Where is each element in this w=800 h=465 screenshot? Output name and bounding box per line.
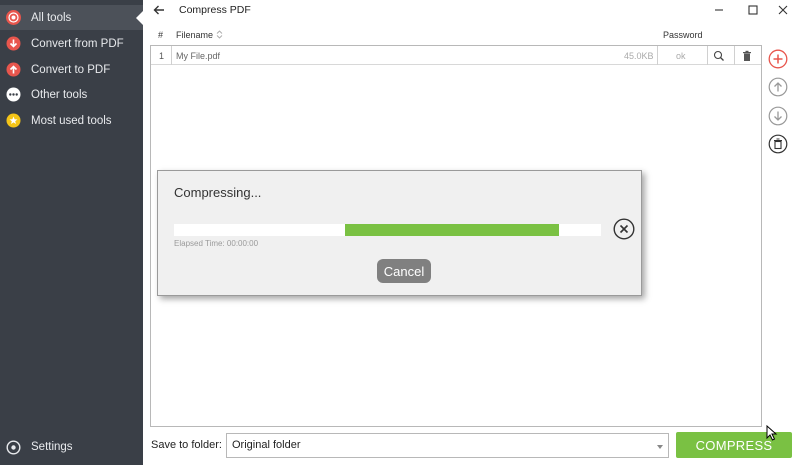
sidebar-item-other-tools[interactable]: Other tools xyxy=(0,82,143,107)
close-dialog-icon[interactable] xyxy=(613,218,635,240)
close-window-icon[interactable] xyxy=(776,3,790,17)
minimize-icon[interactable] xyxy=(712,3,726,17)
sidebar-item-all-tools[interactable]: All tools xyxy=(0,5,143,30)
sidebar-item-convert-from-pdf[interactable]: Convert from PDF xyxy=(0,31,143,56)
sidebar-item-convert-to-pdf[interactable]: Convert to PDF xyxy=(0,57,143,82)
progress-bar-fill xyxy=(345,224,559,236)
row-trash-icon[interactable] xyxy=(741,46,753,65)
settings-label: Settings xyxy=(31,441,73,453)
folder-select-value: Original folder xyxy=(232,439,301,451)
sidebar-item-label: Other tools xyxy=(31,88,88,101)
active-indicator xyxy=(136,11,143,25)
preview-search-icon[interactable] xyxy=(713,46,725,65)
sidebar-item-label: Convert to PDF xyxy=(31,63,111,76)
mouse-cursor-icon xyxy=(766,424,778,441)
arrow-up-icon xyxy=(6,62,21,77)
delete-all-icon[interactable] xyxy=(768,134,788,154)
dialog-title: Compressing... xyxy=(174,185,262,200)
column-divider xyxy=(171,46,172,65)
row-number: 1 xyxy=(159,50,165,61)
add-file-icon[interactable] xyxy=(768,49,788,69)
move-down-icon[interactable] xyxy=(768,106,788,126)
chevron-down-icon xyxy=(657,445,663,449)
settings-button[interactable]: Settings xyxy=(0,436,143,458)
column-divider xyxy=(657,46,658,65)
gear-icon xyxy=(6,439,21,455)
column-divider xyxy=(734,46,735,65)
progress-bar xyxy=(174,224,601,236)
cancel-button[interactable]: Cancel xyxy=(377,259,431,283)
sidebar-item-label: Most used tools xyxy=(31,114,112,127)
back-arrow-icon[interactable] xyxy=(152,3,166,17)
more-icon xyxy=(6,87,21,102)
column-header-number: # xyxy=(158,30,164,40)
elapsed-time: Elapsed Time: 00:00:00 xyxy=(174,239,259,248)
maximize-icon[interactable] xyxy=(746,3,760,17)
row-password-status[interactable]: ok xyxy=(676,46,686,65)
output-folder-select[interactable]: Original folder xyxy=(226,433,669,458)
column-divider xyxy=(707,46,708,65)
column-header-password: Password xyxy=(663,30,703,40)
page-title: Compress PDF xyxy=(179,4,251,16)
compress-progress-dialog: Compressing... Elapsed Time: 00:00:00 Ca… xyxy=(157,170,642,296)
sidebar-item-label: Convert from PDF xyxy=(31,37,124,50)
row-filename: My File.pdf xyxy=(176,50,221,61)
row-size: 45.0KB xyxy=(624,50,654,61)
column-header-filename[interactable]: Filename xyxy=(176,30,213,40)
save-to-folder-label: Save to folder: xyxy=(151,439,222,451)
target-icon xyxy=(6,10,21,25)
star-icon xyxy=(6,113,21,128)
sidebar: All tools Convert from PDF Convert to PD… xyxy=(0,0,143,465)
arrow-down-icon xyxy=(6,36,21,51)
table-row[interactable]: 1 My File.pdf 45.0KB ok xyxy=(151,46,761,65)
sidebar-item-most-used-tools[interactable]: Most used tools xyxy=(0,108,143,133)
move-up-icon[interactable] xyxy=(768,77,788,97)
sort-icon[interactable] xyxy=(216,30,223,41)
sidebar-item-label: All tools xyxy=(31,11,72,24)
